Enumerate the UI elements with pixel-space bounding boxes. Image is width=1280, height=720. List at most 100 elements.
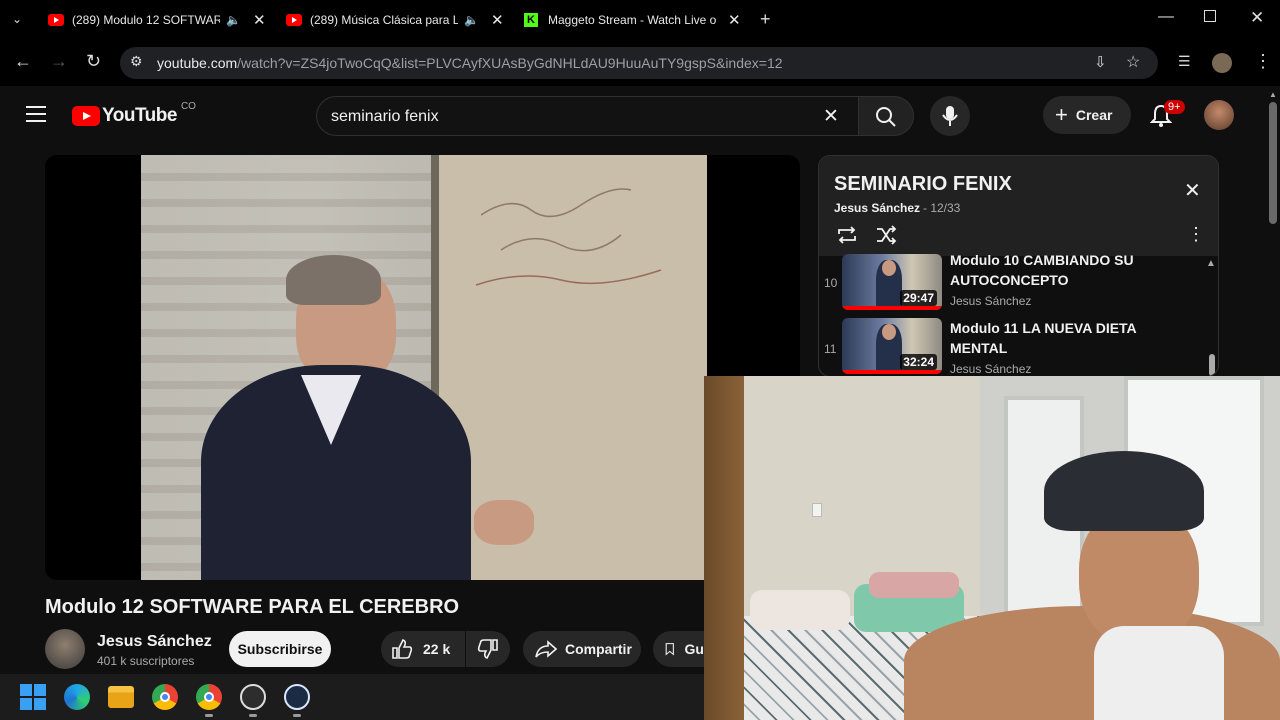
url-host: youtube.com [157, 55, 238, 71]
chrome-icon[interactable] [152, 684, 178, 710]
close-tab-icon[interactable]: ✕ [253, 11, 266, 29]
plus-icon: + [1055, 102, 1068, 127]
clear-search-icon[interactable]: ✕ [823, 105, 839, 128]
reload-icon[interactable]: ↻ [86, 51, 101, 72]
windows-start-icon[interactable] [20, 684, 46, 710]
running-app-indicator [293, 714, 301, 717]
menu-kebab-icon[interactable]: ⋮ [1254, 51, 1272, 72]
video-title: Modulo 12 SOFTWARE PARA EL CEREBRO [45, 596, 460, 618]
channel-avatar[interactable] [45, 629, 85, 669]
tab-maggeto-stream[interactable]: K Maggeto Stream - Watch Live o ✕ [524, 6, 744, 34]
url-path: /watch?v=ZS4joTwoCqQ&list=PLVCAyfXUAsByG… [237, 55, 783, 71]
thumbs-down-icon [477, 639, 498, 659]
media-controls-icon[interactable]: ☰ [1178, 53, 1191, 70]
playlist-item-channel: Jesus Sánchez [950, 294, 1032, 308]
search-icon [876, 107, 896, 127]
youtube-icon [48, 14, 64, 26]
towel [1094, 626, 1224, 720]
playlist-item-index: 10 [824, 276, 838, 290]
playlist-owner[interactable]: Jesus Sánchez [834, 201, 920, 215]
playlist-item[interactable]: 11 32:24 Modulo 11 LA NUEVA DIETA MENTAL… [819, 318, 1218, 376]
tab-title: Maggeto Stream - Watch Live o [548, 13, 716, 27]
streaming-app-icon[interactable] [284, 684, 310, 710]
playlist-item-index: 11 [824, 342, 837, 356]
close-tab-icon[interactable]: ✕ [728, 11, 741, 29]
video-frame [141, 155, 707, 580]
browser-tab-bar: ⌄ (289) Modulo 12 SOFTWAR 🔈 ✕ (289) Músi… [0, 0, 1280, 40]
hamburger-menu-icon[interactable] [26, 106, 46, 122]
playlist-title[interactable]: SEMINARIO FENIX [834, 173, 1012, 196]
notification-count-badge: 9+ [1164, 100, 1185, 114]
share-icon [535, 640, 557, 658]
youtube-logo[interactable]: YouTube CO [72, 101, 196, 127]
share-button[interactable]: Compartir [523, 631, 641, 667]
like-button[interactable]: 22 k [381, 631, 465, 667]
back-icon[interactable]: ← [14, 51, 32, 72]
thumbs-up-icon [392, 639, 413, 659]
loop-icon[interactable] [836, 225, 858, 245]
dislike-button[interactable] [466, 631, 510, 667]
video-player[interactable] [45, 155, 800, 580]
playlist-scroll-up-icon[interactable]: ▲ [1206, 258, 1216, 269]
close-tab-icon[interactable]: ✕ [491, 11, 504, 29]
watched-progress-bar [842, 370, 942, 374]
speaker-icon[interactable]: 🔈 [464, 13, 479, 27]
save-label: Gu [684, 641, 704, 657]
tab-search-chevron-icon[interactable]: ⌄ [12, 12, 22, 26]
scrollbar-thumb[interactable] [1269, 102, 1277, 224]
scroll-up-icon[interactable]: ▲ [1269, 90, 1277, 99]
duration-badge: 29:47 [900, 290, 937, 306]
country-code: CO [180, 100, 196, 112]
tab-title: (289) Música Clásica para Lo [310, 13, 458, 27]
tab-musica-clasica[interactable]: (289) Música Clásica para Lo 🔈 ✕ [286, 6, 506, 34]
search-button[interactable] [858, 96, 914, 136]
close-window-icon[interactable]: ✕ [1250, 8, 1264, 28]
kick-icon: K [524, 13, 538, 27]
running-app-indicator [249, 714, 257, 717]
speaker-icon[interactable]: 🔈 [226, 13, 241, 27]
file-explorer-icon[interactable] [108, 686, 134, 708]
youtube-header: YouTube CO seminario fenix ✕ + Crear 9+ [0, 86, 1280, 146]
voice-search-button[interactable] [930, 96, 970, 136]
thumb-face [882, 324, 896, 340]
site-info-icon[interactable]: ⚙ [130, 53, 143, 70]
edge-browser-icon[interactable] [64, 684, 90, 710]
shuffle-icon[interactable] [875, 225, 897, 245]
like-count: 22 k [423, 641, 451, 657]
channel-name[interactable]: Jesus Sánchez [97, 633, 212, 651]
duration-badge: 32:24 [900, 354, 937, 370]
close-playlist-icon[interactable]: ✕ [1184, 178, 1201, 203]
chrome-profile-icon[interactable] [196, 684, 222, 710]
playlist-scrollbar[interactable] [1209, 354, 1215, 376]
profile-avatar-icon[interactable] [1212, 53, 1232, 73]
search-value: seminario fenix [331, 108, 439, 125]
watched-progress-bar [842, 306, 942, 310]
microphone-icon [942, 106, 958, 126]
webcam-overlay [704, 376, 1280, 720]
url-text: youtube.com/watch?v=ZS4joTwoCqQ&list=PLV… [157, 55, 783, 71]
restore-icon[interactable] [1204, 10, 1216, 22]
install-app-icon[interactable]: ⇩ [1094, 53, 1107, 71]
tab-modulo-12[interactable]: (289) Modulo 12 SOFTWAR 🔈 ✕ [48, 6, 268, 34]
account-avatar[interactable] [1204, 100, 1234, 130]
obs-studio-icon[interactable] [240, 684, 266, 710]
playlist-panel: SEMINARIO FENIX Jesus Sánchez - 12/33 ✕ … [818, 155, 1219, 377]
create-label: Crear [1075, 107, 1113, 123]
page-scrollbar[interactable]: ▲ [1266, 86, 1280, 376]
pillow [869, 572, 959, 598]
new-tab-icon[interactable]: + [760, 9, 771, 30]
search-input[interactable]: seminario fenix ✕ [316, 96, 858, 136]
presenter-hair [286, 255, 381, 305]
save-button[interactable]: Gu [653, 631, 704, 667]
minimize-icon[interactable]: — [1158, 8, 1174, 26]
forward-icon[interactable]: → [50, 51, 68, 72]
playlist-more-icon[interactable]: ⋮ [1187, 224, 1205, 245]
bookmark-star-icon[interactable]: ☆ [1126, 52, 1140, 72]
playlist-header: SEMINARIO FENIX Jesus Sánchez - 12/33 ✕ … [819, 156, 1218, 256]
wall-switch [812, 503, 822, 517]
taskbar [0, 674, 704, 720]
subscribe-button[interactable]: Subscribirse [229, 631, 331, 667]
address-bar[interactable]: ⚙ youtube.com/watch?v=ZS4joTwoCqQ&list=P… [120, 47, 1158, 79]
youtube-logo-text: YouTube [102, 105, 177, 126]
create-button[interactable]: + Crear [1043, 96, 1131, 134]
